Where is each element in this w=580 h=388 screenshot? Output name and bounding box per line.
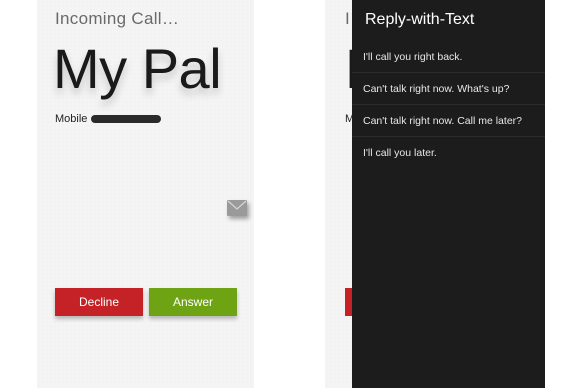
reply-option[interactable]: I'll call you right back. (352, 41, 545, 73)
redacted-number (91, 115, 162, 123)
decline-button[interactable]: Decline (55, 288, 143, 316)
caller-number-row: Mobile (55, 113, 162, 125)
phone-type-label: Mobile (55, 113, 88, 125)
incoming-call-label: Incoming Call… (55, 9, 180, 28)
reply-option[interactable]: Can't talk right now. Call me later? (352, 105, 545, 137)
reply-option[interactable]: Can't talk right now. What's up? (352, 73, 545, 105)
incoming-call-screen: Incoming Call… My Pal Mobile Decline Ans… (37, 0, 254, 388)
message-icon[interactable] (227, 200, 247, 216)
answer-button[interactable]: Answer (149, 288, 237, 316)
reply-option[interactable]: I'll call you later. (352, 137, 545, 169)
reply-with-text-drawer: Reply-with-Text I'll call you right back… (352, 0, 545, 388)
caller-name: My Pal (53, 37, 222, 100)
drawer-title: Reply-with-Text (365, 11, 475, 28)
incoming-call-label-partial: I (345, 9, 350, 28)
reply-options-list: I'll call you right back. Can't talk rig… (352, 41, 545, 169)
